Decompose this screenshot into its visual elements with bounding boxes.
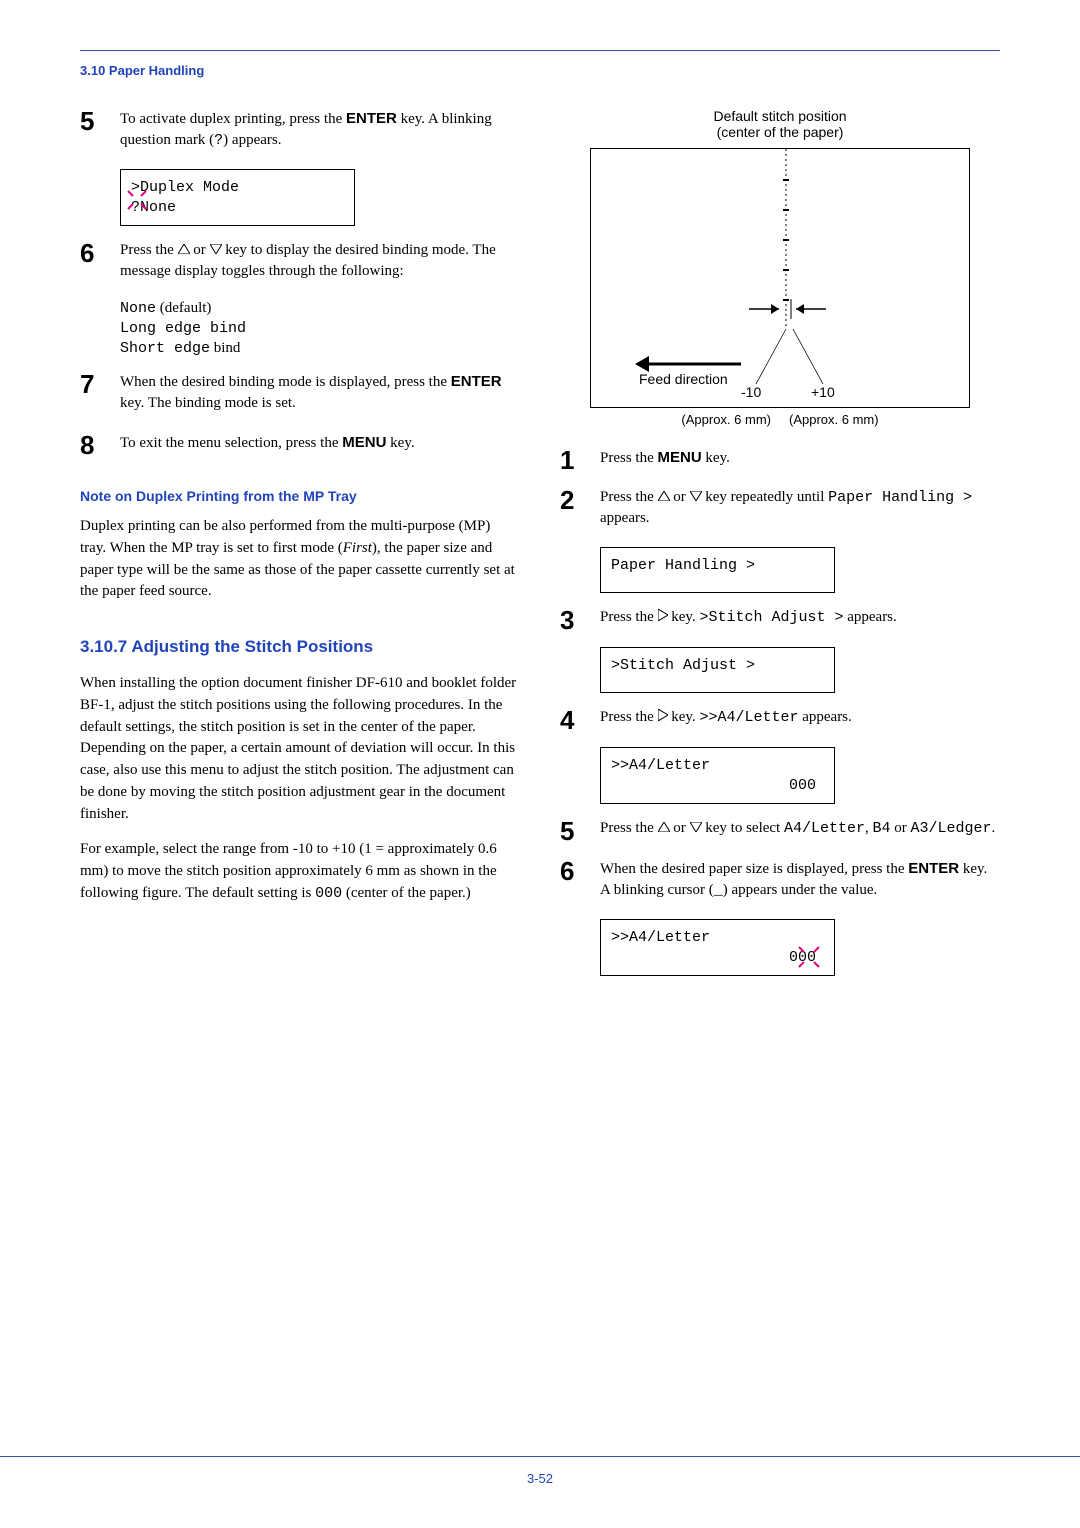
triangle-right-icon	[658, 609, 668, 621]
approx-left: (Approx. 6 mm)	[681, 412, 771, 427]
step-number: 2	[560, 487, 586, 533]
step-7-left: 7 When the desired binding mode is displ…	[80, 371, 520, 418]
para-1: When installing the option document fini…	[80, 673, 520, 825]
step-5-right: 5 Press the or key to select A4/Letter, …	[560, 818, 1000, 844]
columns: 5 To activate duplex printing, press the…	[80, 108, 1000, 990]
note-heading: Note on Duplex Printing from the MP Tray	[80, 488, 520, 504]
text: or	[190, 242, 210, 258]
step-number: 3	[560, 607, 586, 633]
step-6-right: 6 When the desired paper size is display…	[560, 858, 1000, 905]
key-enter: ENTER	[451, 373, 502, 390]
step-1-right: 1 Press the MENU key.	[560, 447, 1000, 473]
triangle-right-icon	[658, 709, 668, 721]
step-number: 5	[560, 818, 586, 844]
blink-icon	[795, 943, 823, 971]
section-header: 3.10 Paper Handling	[80, 63, 1000, 78]
right-column: Default stitch position (center of the p…	[560, 108, 1000, 990]
step-3-right: 3 Press the key. >Stitch Adjust > appear…	[560, 607, 1000, 633]
list-none: None (default)	[120, 300, 520, 317]
triangle-up-icon	[178, 244, 190, 254]
triangle-up-icon	[658, 822, 670, 832]
triangle-down-icon	[210, 244, 222, 254]
note-body: Duplex printing can be also performed fr…	[80, 516, 520, 603]
diagram-title-2: (center of the paper)	[560, 124, 1000, 140]
step-number: 4	[560, 707, 586, 733]
step-number: 1	[560, 447, 586, 473]
approx-right: (Approx. 6 mm)	[789, 412, 879, 427]
para-2: For example, select the range from -10 t…	[80, 839, 520, 904]
text: key.	[386, 435, 414, 451]
step-body: To activate duplex printing, press the E…	[120, 108, 520, 155]
list-long: Long edge bind	[120, 320, 520, 337]
step-number: 6	[80, 240, 106, 286]
diagram-box: Feed direction -10 +10	[590, 148, 970, 408]
step-body: Press the or key to display the desired …	[120, 240, 520, 286]
step-number: 5	[80, 108, 106, 155]
step-8-left: 8 To exit the menu selection, press the …	[80, 432, 520, 458]
blink-icon	[125, 188, 149, 212]
section-heading-3107: 3.10.7 Adjusting the Stitch Positions	[80, 637, 520, 657]
qmark: ?	[214, 132, 223, 149]
feed-direction-label: Feed direction	[639, 371, 728, 387]
triangle-down-icon	[690, 822, 702, 832]
step-body: Press the MENU key.	[600, 447, 1000, 473]
key-enter: ENTER	[908, 860, 959, 877]
key-enter: ENTER	[346, 110, 397, 127]
diagram-title-1: Default stitch position	[560, 108, 1000, 124]
key-menu: MENU	[658, 449, 702, 466]
step-2-right: 2 Press the or key repeatedly until Pape…	[560, 487, 1000, 533]
list-short: Short edge bind	[120, 340, 520, 357]
plus10-label: +10	[811, 384, 835, 400]
step-number: 6	[560, 858, 586, 905]
lcd-duplex: >Duplex Mode ?None	[120, 169, 355, 226]
step-6-left: 6 Press the or key to display the desire…	[80, 240, 520, 286]
step-body: Press the key. >>A4/Letter appears.	[600, 707, 1000, 733]
text: To activate duplex printing, press the	[120, 111, 346, 127]
lcd-stitch-adjust: >Stitch Adjust >	[600, 647, 835, 693]
lcd-a4-letter: >>A4/Letter 000	[600, 747, 835, 804]
step-4-right: 4 Press the key. >>A4/Letter appears.	[560, 707, 1000, 733]
key-menu: MENU	[342, 434, 386, 451]
step-body: To exit the menu selection, press the ME…	[120, 432, 520, 458]
left-column: 5 To activate duplex printing, press the…	[80, 108, 520, 990]
diagram: Default stitch position (center of the p…	[560, 108, 1000, 427]
triangle-down-icon	[690, 491, 702, 501]
footer: 3-52	[0, 1456, 1080, 1486]
lcd-a4-letter-blink: >>A4/Letter 000	[600, 919, 835, 976]
text: key. The binding mode is set.	[120, 395, 296, 411]
text: To exit the menu selection, press the	[120, 435, 342, 451]
text: ) appears.	[223, 132, 281, 148]
step-body: Press the or key to select A4/Letter, B4…	[600, 818, 1000, 844]
page-number: 3-52	[527, 1471, 553, 1486]
step-number: 8	[80, 432, 106, 458]
step-body: Press the or key repeatedly until Paper …	[600, 487, 1000, 533]
step-body: When the desired paper size is displayed…	[600, 858, 1000, 905]
text: Press the	[120, 242, 178, 258]
step-number: 7	[80, 371, 106, 418]
triangle-up-icon	[658, 491, 670, 501]
step-body: When the desired binding mode is display…	[120, 371, 520, 418]
step-5-left: 5 To activate duplex printing, press the…	[80, 108, 520, 155]
text: When the desired binding mode is display…	[120, 374, 451, 390]
minus10-label: -10	[741, 384, 761, 400]
header-rule	[80, 50, 1000, 51]
lcd-paper-handling: Paper Handling >	[600, 547, 835, 593]
step-body: Press the key. >Stitch Adjust > appears.	[600, 607, 1000, 633]
